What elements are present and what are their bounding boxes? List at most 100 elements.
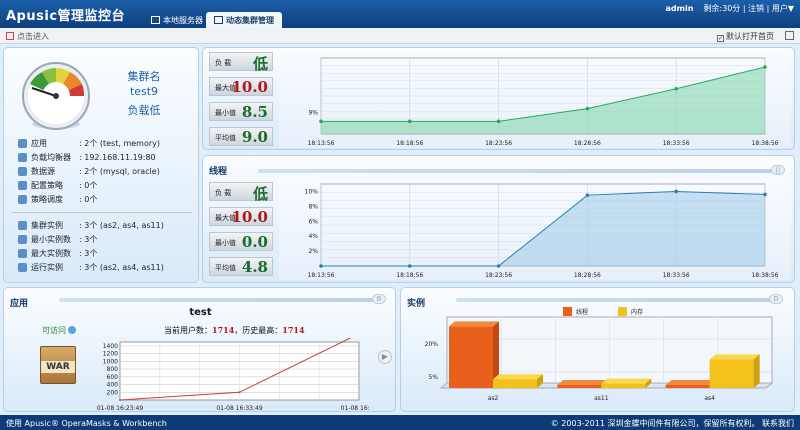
- tab-cluster-management[interactable]: 动态集群管理: [206, 12, 282, 28]
- series-area: [321, 191, 765, 266]
- sub-toolbar: 点击进入 ✓ 默认打开首页: [0, 28, 800, 44]
- stat-value: 8.5: [241, 103, 268, 121]
- cluster-info-row: 运行实例: 3个 (as2, as4, as11): [18, 262, 164, 273]
- tab-local-server[interactable]: 本地服务器: [143, 12, 211, 28]
- threads-chart: 18:13:56 18:18:56 18:23:56 18:28:56 18:33:56…: [279, 178, 791, 280]
- bar-top: [665, 380, 716, 385]
- x-tick-label: 01-08 16:42: [341, 405, 369, 412]
- stat-0: 负 载低: [209, 182, 273, 203]
- tab-label: 动态集群管理: [226, 16, 274, 25]
- cluster-name: test9: [129, 85, 159, 98]
- bar-front: [709, 359, 754, 388]
- load-chart-svg: 18:13:56 18:18:56 18:23:56 18:28:56 18:33:56…: [308, 57, 779, 147]
- top-bar: Apusic管理监控台 本地服务器 动态集群管理 admin 剩余:30分 | 注…: [0, 0, 800, 28]
- war-label: WAR: [41, 361, 75, 373]
- stat-label: 最小值: [215, 239, 236, 247]
- data-point: [319, 119, 323, 124]
- footer-right[interactable]: © 2003-2011 深圳金蝶中间件有限公司，保留所有权利。 联系我们: [551, 418, 794, 429]
- cluster-info-row: 策略调度: 0个: [18, 194, 97, 205]
- bar-top: [601, 378, 652, 384]
- info-value: : 3个 (as2, as4, as11): [79, 221, 164, 230]
- users-chart: 200400600800100012001400 01-08 16:23:49 01…: [97, 338, 369, 412]
- info-key: 策略调度: [31, 195, 63, 204]
- bar-top: [493, 374, 543, 380]
- data-point: [319, 264, 323, 268]
- stat-3: 平均值 4.8: [209, 257, 273, 276]
- stat-value: 10.0: [231, 78, 268, 96]
- enter-link[interactable]: 点击进入: [6, 31, 49, 42]
- home-checkbox[interactable]: ✓: [717, 35, 724, 42]
- info-icon: [18, 221, 27, 230]
- x-tick-label: 01-08 16:33:49: [216, 405, 262, 412]
- cluster-info-row: 应用: 2个 (test, memory): [18, 138, 160, 149]
- x-tick-label: 01-08 16:23:49: [97, 405, 143, 412]
- y-tick-label: 8%: [308, 203, 318, 210]
- cluster-icon: [214, 16, 223, 24]
- info-key: 最小实例数: [31, 235, 71, 244]
- data-point: [119, 399, 121, 401]
- info-key: 最大实例数: [31, 249, 71, 258]
- info-icon: [18, 235, 27, 244]
- home-label: 默认打开首页: [726, 32, 774, 41]
- cluster-info-row: 集群实例: 3个 (as2, as4, as11): [18, 220, 164, 231]
- collapse-icon[interactable]: B: [372, 294, 386, 304]
- stat-label: 平均值: [215, 264, 236, 272]
- info-key: 配置策略: [31, 181, 63, 190]
- data-point: [763, 65, 767, 69]
- hist-label: ，历史最高：: [234, 326, 283, 335]
- fullscreen-icon[interactable]: [785, 31, 794, 40]
- legend-label: 内存: [631, 308, 643, 316]
- load-chart: 18:13:56 18:18:56 18:23:56 18:28:56 18:33:56…: [279, 52, 791, 148]
- stat-label: 最小值: [215, 109, 236, 117]
- instances-panel: 实例 D 线程 内存 5% 20% as2 as11 as4: [400, 287, 795, 412]
- title-line: [59, 298, 374, 302]
- stat-2: 最小值 8.5: [209, 102, 273, 121]
- stat-1: 最大值 10.0: [209, 207, 273, 226]
- users-label: 当前用户数：: [164, 326, 212, 335]
- stat-3: 平均值 9.0: [209, 127, 273, 146]
- y-tick-label: 5%: [428, 374, 438, 381]
- legend-label: 线程: [576, 308, 588, 316]
- y-tick-label: 1400: [103, 343, 118, 350]
- y-tick-label: 600: [107, 374, 119, 381]
- y-tick-label: 9%: [308, 109, 318, 116]
- data-point: [674, 189, 678, 194]
- user-info: admin 剩余:30分 | 注销 | 用户▼: [666, 3, 795, 14]
- y-tick-label: 1200: [103, 351, 118, 358]
- legend-swatch: [563, 307, 572, 316]
- status-text: 可访问: [42, 326, 66, 335]
- default-home-option[interactable]: ✓ 默认打开首页: [717, 31, 774, 42]
- next-arrow-icon[interactable]: ▶: [378, 350, 392, 364]
- info-icon: [18, 249, 27, 258]
- load-gauge: [22, 62, 90, 130]
- cluster-info-row: 负载均衡器: 192.168.11.19:80: [18, 152, 156, 163]
- info-icon: [18, 195, 27, 204]
- x-tick-label: as2: [488, 395, 499, 402]
- data-point: [238, 391, 241, 394]
- bar-front: [665, 385, 710, 388]
- tab-label: 本地服务器: [163, 16, 203, 25]
- threads-title: 线程: [209, 167, 228, 177]
- data-point: [674, 86, 678, 91]
- y-tick-label: 2%: [308, 248, 318, 255]
- user-count: 当前用户数：1714，历史最高：1714: [164, 325, 305, 336]
- divider: [12, 212, 192, 213]
- y-tick-label: 4%: [308, 233, 318, 240]
- info-key: 运行实例: [31, 263, 63, 272]
- data-point: [585, 193, 590, 197]
- info-key: 应用: [31, 139, 47, 148]
- stat-0: 负 载低: [209, 52, 273, 73]
- data-point: [496, 119, 501, 124]
- collapse-icon[interactable]: ||: [771, 165, 785, 175]
- app-status: 可访问: [42, 325, 76, 336]
- x-tick-label: as4: [704, 395, 715, 402]
- x-tick-label: 18:23:56: [485, 272, 512, 279]
- info-key: 负载均衡器: [31, 153, 71, 162]
- bar-front: [449, 326, 493, 388]
- app-logo: Apusic管理监控台: [6, 9, 126, 24]
- session-links[interactable]: 剩余:30分 | 注销 | 用户▼: [703, 4, 794, 13]
- stat-value: 低: [252, 55, 268, 73]
- threads-chart-svg: 18:13:56 18:18:56 18:23:56 18:28:56 18:33:56…: [305, 183, 779, 279]
- metric-panel-load: 负 载 低最大值 10.0 最小值 8.5 平均值 9.0 18:13:56 18:18:56…: [202, 47, 795, 150]
- info-icon: [18, 153, 27, 162]
